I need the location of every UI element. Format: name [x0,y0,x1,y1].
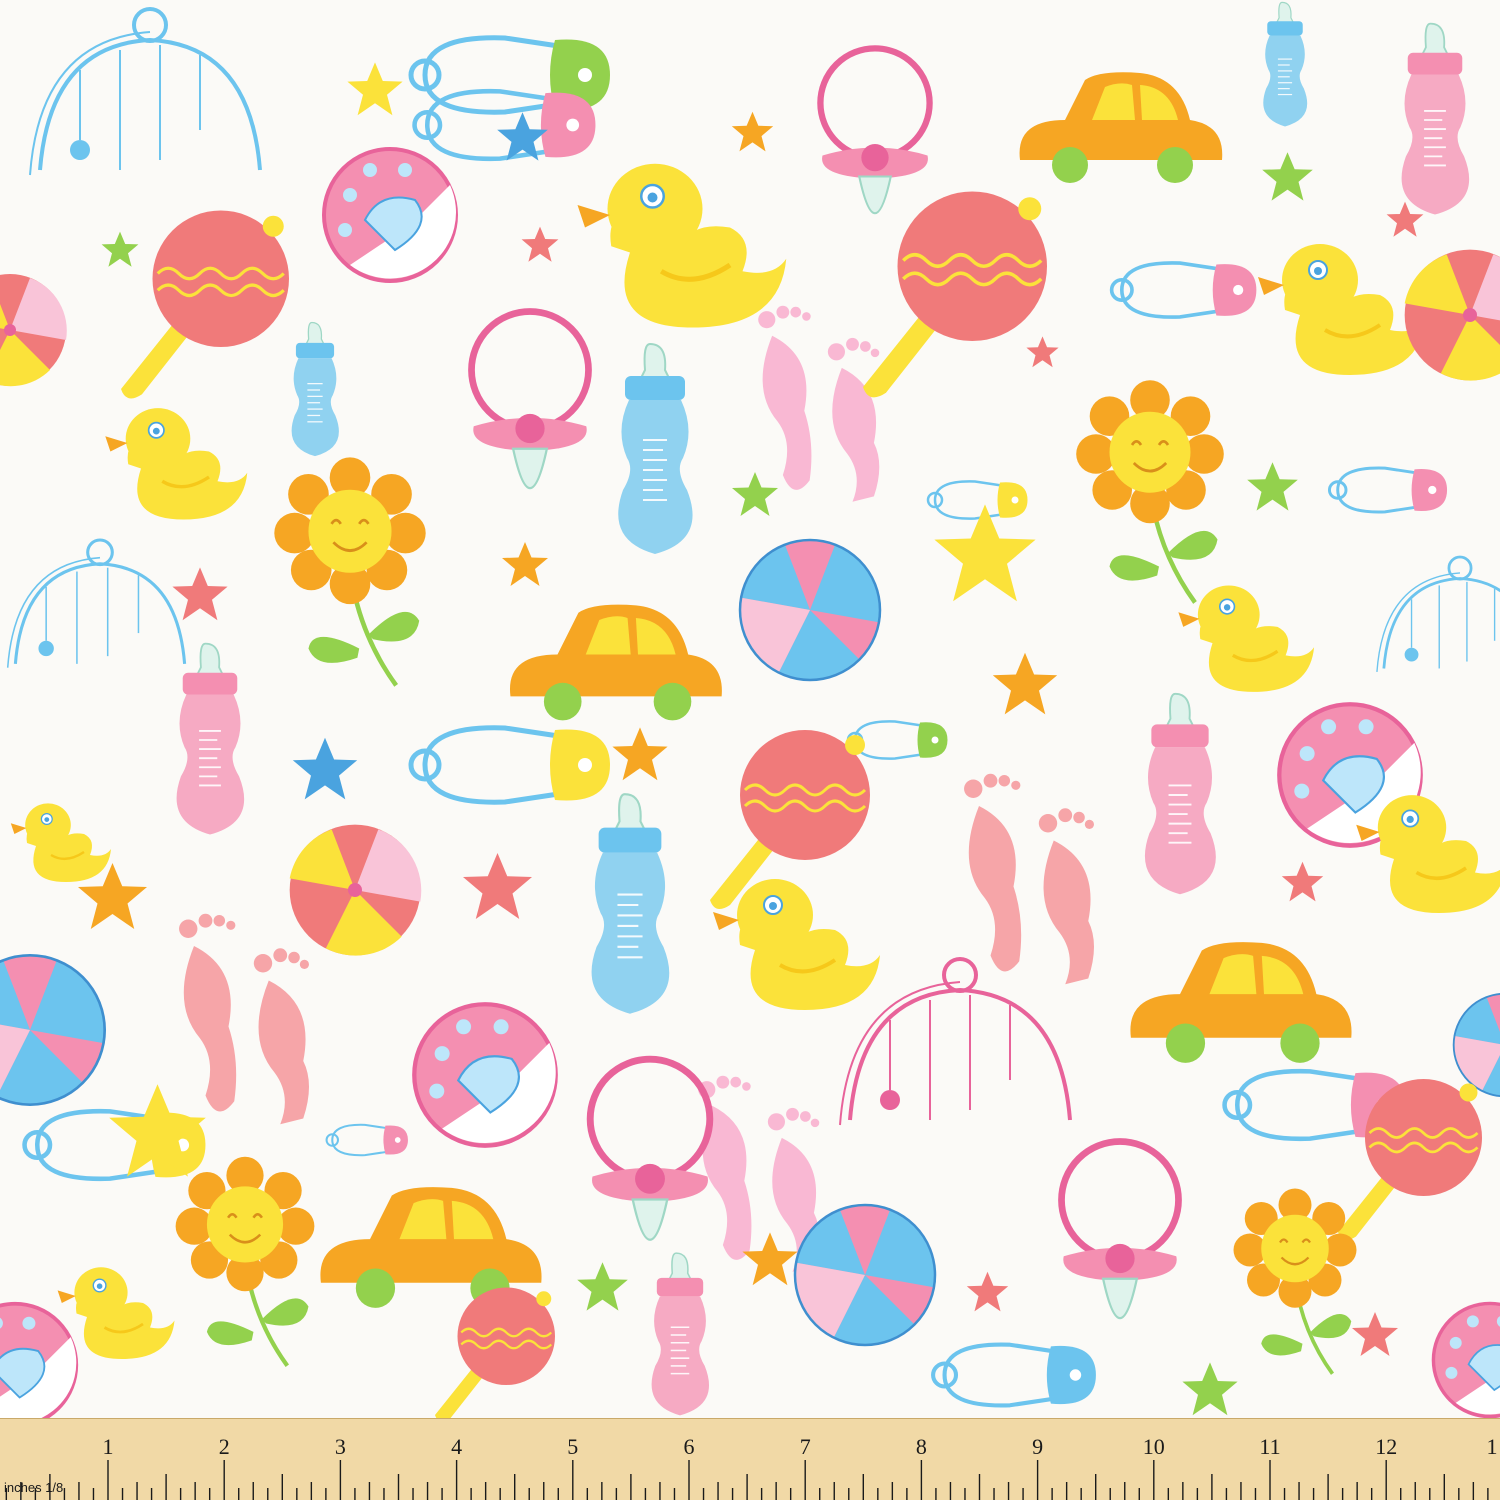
baby-print-pattern [0,0,1500,1418]
ruler-number: 9 [1032,1434,1043,1459]
ruler-number: 1 [1487,1434,1498,1459]
ruler-number: 3 [335,1434,346,1459]
ruler-number: 4 [451,1434,462,1459]
fabric-swatch: 1 2 3 4 5 6 7 8 9 10 11 12 1 inches 1/8 [0,0,1500,1500]
ruler-body [0,1418,1500,1500]
beach-ball-icon [792,1203,938,1347]
ruler-number: 2 [219,1434,230,1459]
ruler-number: 6 [684,1434,695,1459]
measuring-ruler: 1 2 3 4 5 6 7 8 9 10 11 12 1 inches 1/8 [0,1418,1500,1500]
beach-ball-icon [737,538,883,682]
ruler-number: 8 [916,1434,927,1459]
ruler-number: 12 [1375,1434,1397,1459]
seashell-ball-icon [322,147,459,283]
ruler-unit-label: inches 1/8 [4,1480,63,1495]
seashell-ball-icon [414,1004,555,1145]
ruler-number: 11 [1259,1434,1280,1459]
ruler-number: 10 [1143,1434,1165,1459]
ruler-number: 1 [103,1434,114,1459]
ruler-number: 7 [800,1434,811,1459]
ruler-number: 5 [567,1434,578,1459]
